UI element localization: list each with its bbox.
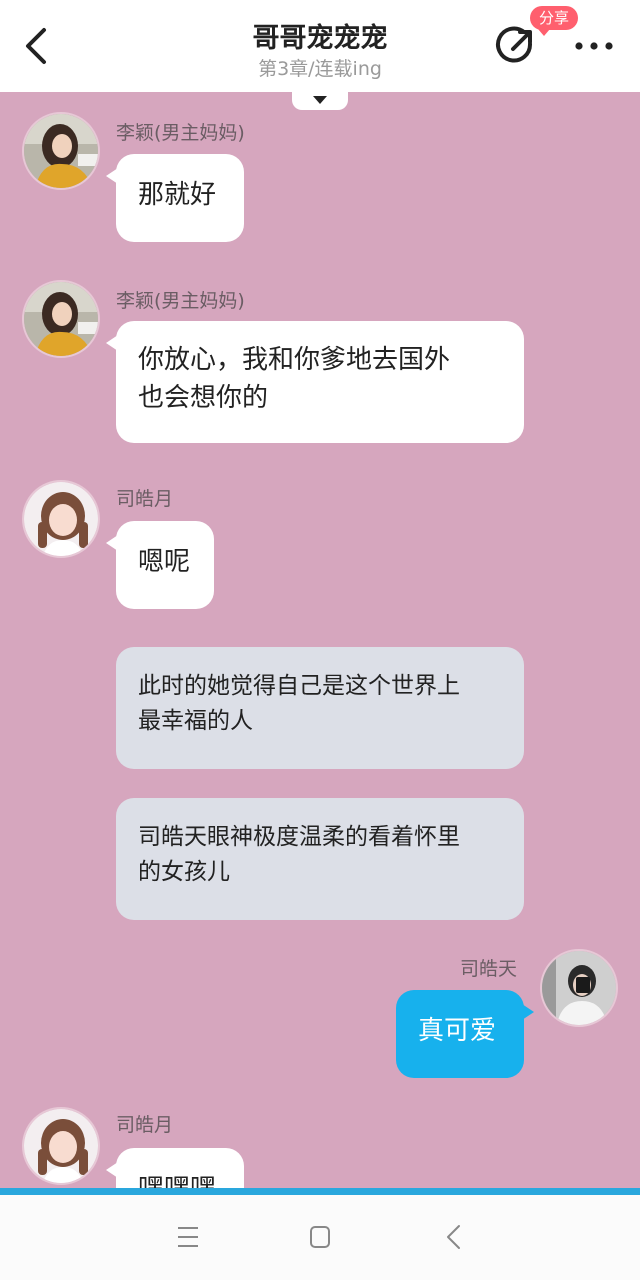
chat-area[interactable]: 李颖(男主妈妈) 那就好 李颖(男主妈妈) 你放心，我和你爹地去国外 也会想你的… — [0, 92, 640, 1188]
sender-name: 司皓天 — [460, 958, 518, 980]
narration-bubble[interactable]: 此时的她觉得自己是这个世界上 最幸福的人 — [116, 647, 524, 769]
message-bubble[interactable]: 那就好 — [106, 154, 244, 242]
woman-portrait-avatar — [24, 114, 98, 188]
message-bubble[interactable]: 你放心，我和你爹地去国外 也会想你的 — [106, 321, 524, 443]
girl-portrait-avatar — [24, 1109, 98, 1183]
progress-line — [0, 1188, 640, 1195]
nav-back-button[interactable] — [434, 1219, 474, 1255]
avatar-si-haoyue[interactable] — [22, 1107, 100, 1185]
nav-menu-button[interactable] — [168, 1219, 208, 1255]
expand-tab[interactable] — [292, 92, 348, 110]
more-button[interactable] — [572, 30, 616, 62]
chapter-subtitle: 第3章/连载ing — [258, 58, 382, 80]
menu-lines-icon — [178, 1227, 198, 1247]
girl-portrait-avatar — [24, 482, 98, 556]
message-bubble[interactable]: 嗯呢 — [106, 521, 214, 609]
sender-name: 司皓月 — [116, 1114, 174, 1136]
top-bar: 哥哥宠宠宠 第3章/连载ing 分享 — [0, 0, 640, 92]
square-home-icon — [310, 1226, 330, 1248]
avatar-si-haotian[interactable] — [540, 949, 618, 1027]
system-nav-bar — [0, 1195, 640, 1280]
boy-portrait-avatar — [542, 951, 616, 1025]
message-bubble-self[interactable]: 真可爱 — [396, 990, 534, 1078]
woman-portrait-avatar — [24, 282, 98, 356]
avatar-li-ying[interactable] — [22, 112, 100, 190]
share-arrow-icon — [496, 26, 533, 63]
sender-name: 李颖(男主妈妈) — [116, 290, 245, 312]
sender-name: 李颖(男主妈妈) — [116, 122, 245, 144]
avatar-si-haoyue[interactable] — [22, 480, 100, 558]
share-badge[interactable]: 分享 — [530, 6, 579, 36]
message-bubble[interactable]: 嘿嘿嘿 — [106, 1148, 244, 1188]
share-button[interactable] — [494, 24, 538, 68]
triangle-down-icon — [313, 96, 327, 104]
chevron-left-icon — [447, 1225, 460, 1249]
sender-name: 司皓月 — [116, 488, 174, 510]
narration-bubble[interactable]: 司皓天眼神极度温柔的看着怀里 的女孩儿 — [116, 798, 524, 920]
nav-home-button[interactable] — [300, 1219, 340, 1255]
more-dots-icon — [575, 42, 613, 50]
avatar-li-ying[interactable] — [22, 280, 100, 358]
